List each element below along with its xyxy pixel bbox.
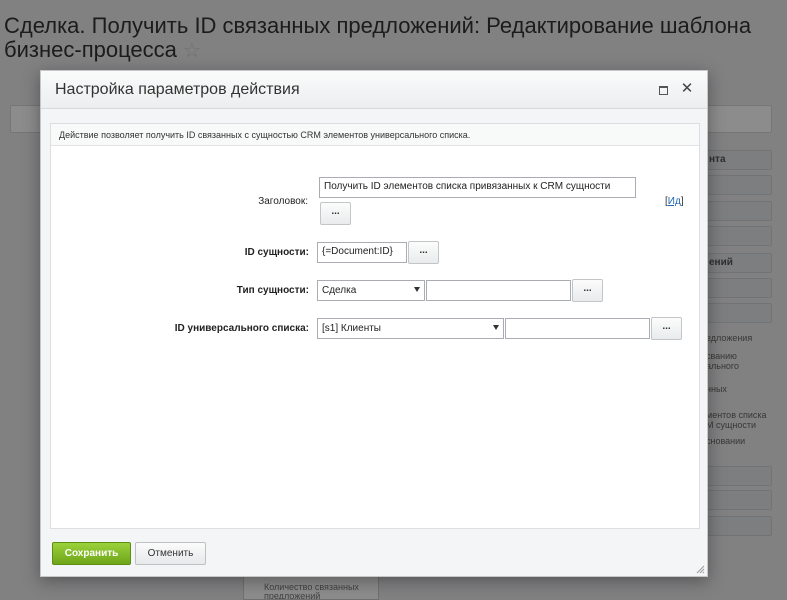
header-input[interactable]: Получить ID элементов списка привязанных… <box>319 177 636 198</box>
dialog-title: Настройка параметров действия <box>55 81 300 98</box>
id-link-text[interactable]: Ид <box>668 196 681 207</box>
cancel-button[interactable]: Отменить <box>135 542 206 565</box>
entity-type-select[interactable]: Сделка <box>317 280 425 301</box>
action-description: Действие позволяет получить ID связанных… <box>51 124 699 146</box>
entity-type-label: Тип сущности: <box>236 285 309 296</box>
dialog-body: Действие позволяет получить ID связанных… <box>50 123 700 529</box>
id-link-close: ] <box>680 196 684 207</box>
entity-id-input[interactable]: {=Document:ID} <box>317 242 407 263</box>
close-icon[interactable]: ✕ <box>679 79 695 99</box>
header-label: Заголовок: <box>258 196 308 207</box>
entity-type-value: Сделка <box>322 285 357 296</box>
maximize-icon[interactable] <box>659 86 668 95</box>
save-button[interactable]: Сохранить <box>52 542 131 565</box>
id-link[interactable]: [Ид] <box>665 196 684 207</box>
list-id-value: [s1] Клиенты <box>322 323 381 334</box>
list-id-label: ID универсального списка: <box>174 323 309 334</box>
entity-id-dots-button[interactable]: ... <box>408 241 439 264</box>
list-id-select[interactable]: [s1] Клиенты <box>317 318 504 339</box>
dialog-header: Настройка параметров действия ✕ <box>41 71 707 109</box>
entity-type-dots-button[interactable]: ... <box>572 279 603 302</box>
list-id-input[interactable] <box>505 318 650 339</box>
resize-handle-icon[interactable] <box>695 564 705 574</box>
entity-id-label: ID сущности: <box>244 247 309 258</box>
chevron-down-icon <box>414 287 420 292</box>
action-settings-dialog: Настройка параметров действия ✕ Действие… <box>40 70 708 577</box>
entity-type-input[interactable] <box>426 280 571 301</box>
list-id-dots-button[interactable]: ... <box>651 317 682 340</box>
chevron-down-icon <box>493 325 499 330</box>
header-dots-button[interactable]: ... <box>320 202 351 225</box>
